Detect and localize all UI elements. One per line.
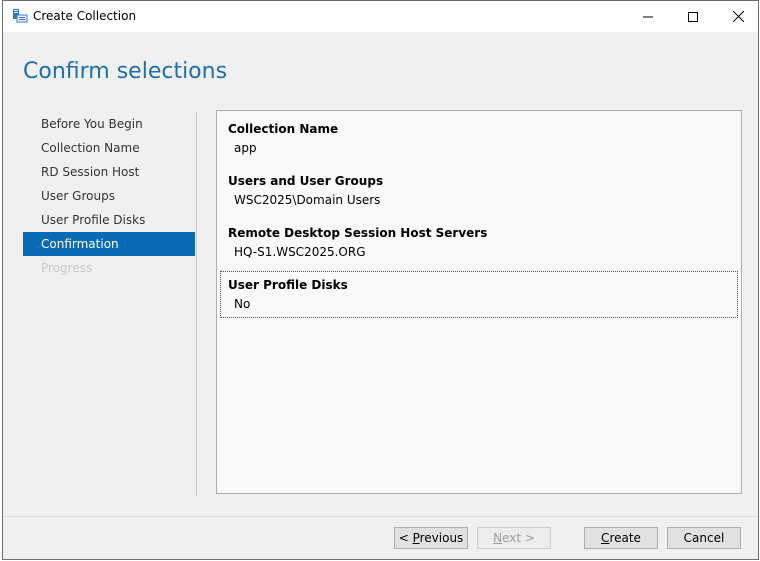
minimize-icon bbox=[643, 16, 653, 17]
next-button: Next > bbox=[477, 527, 551, 549]
section-value: No bbox=[234, 297, 251, 311]
section-value: WSC2025\Domain Users bbox=[234, 193, 381, 207]
close-icon bbox=[732, 11, 744, 22]
summary-session-hosts: Remote Desktop Session Host Servers HQ-S… bbox=[228, 226, 487, 259]
nav-item-progress: Progress bbox=[41, 261, 93, 275]
nav-item-user-profile-disks[interactable]: User Profile Disks bbox=[23, 208, 195, 232]
server-manager-icon bbox=[12, 8, 28, 24]
page-header: Confirm selections bbox=[3, 32, 758, 99]
section-value: HQ-S1.WSC2025.ORG bbox=[234, 245, 366, 259]
summary-user-groups: Users and User Groups WSC2025\Domain Use… bbox=[228, 174, 383, 207]
section-heading: Remote Desktop Session Host Servers bbox=[228, 226, 488, 240]
previous-button[interactable]: < Previous bbox=[394, 527, 468, 549]
nav-item-collection-name[interactable]: Collection Name bbox=[23, 136, 195, 160]
create-collection-window: Create Collection Confirm selections Bef… bbox=[2, 0, 759, 560]
title-bar[interactable]: Create Collection bbox=[3, 1, 758, 32]
summary-profile-disks[interactable]: User Profile Disks No bbox=[220, 271, 738, 318]
maximize-button[interactable] bbox=[670, 1, 716, 32]
nav-item-before-you-begin[interactable]: Before You Begin bbox=[23, 112, 195, 136]
create-button[interactable]: Create bbox=[584, 527, 658, 549]
summary-collection-name: Collection Name app bbox=[228, 122, 338, 155]
confirmation-summary-panel: Collection Name app Users and User Group… bbox=[216, 110, 742, 494]
close-button[interactable] bbox=[715, 1, 760, 32]
section-heading: User Profile Disks bbox=[228, 278, 348, 292]
cancel-button[interactable]: Cancel bbox=[667, 527, 741, 549]
nav-divider bbox=[196, 112, 197, 496]
minimize-button[interactable] bbox=[625, 1, 671, 32]
page-title: Confirm selections bbox=[23, 59, 228, 84]
section-heading: Users and User Groups bbox=[228, 174, 384, 188]
nav-item-rd-session-host[interactable]: RD Session Host bbox=[23, 160, 195, 184]
section-value: app bbox=[234, 141, 257, 155]
maximize-icon bbox=[688, 11, 698, 22]
nav-item-user-groups[interactable]: User Groups bbox=[23, 184, 195, 208]
section-heading: Collection Name bbox=[228, 122, 339, 136]
window-title: Create Collection bbox=[33, 9, 137, 23]
wizard-navigation: Before You Begin Collection Name RD Sess… bbox=[23, 112, 195, 280]
nav-item-confirmation[interactable]: Confirmation bbox=[23, 232, 195, 256]
footer-divider bbox=[3, 516, 758, 517]
